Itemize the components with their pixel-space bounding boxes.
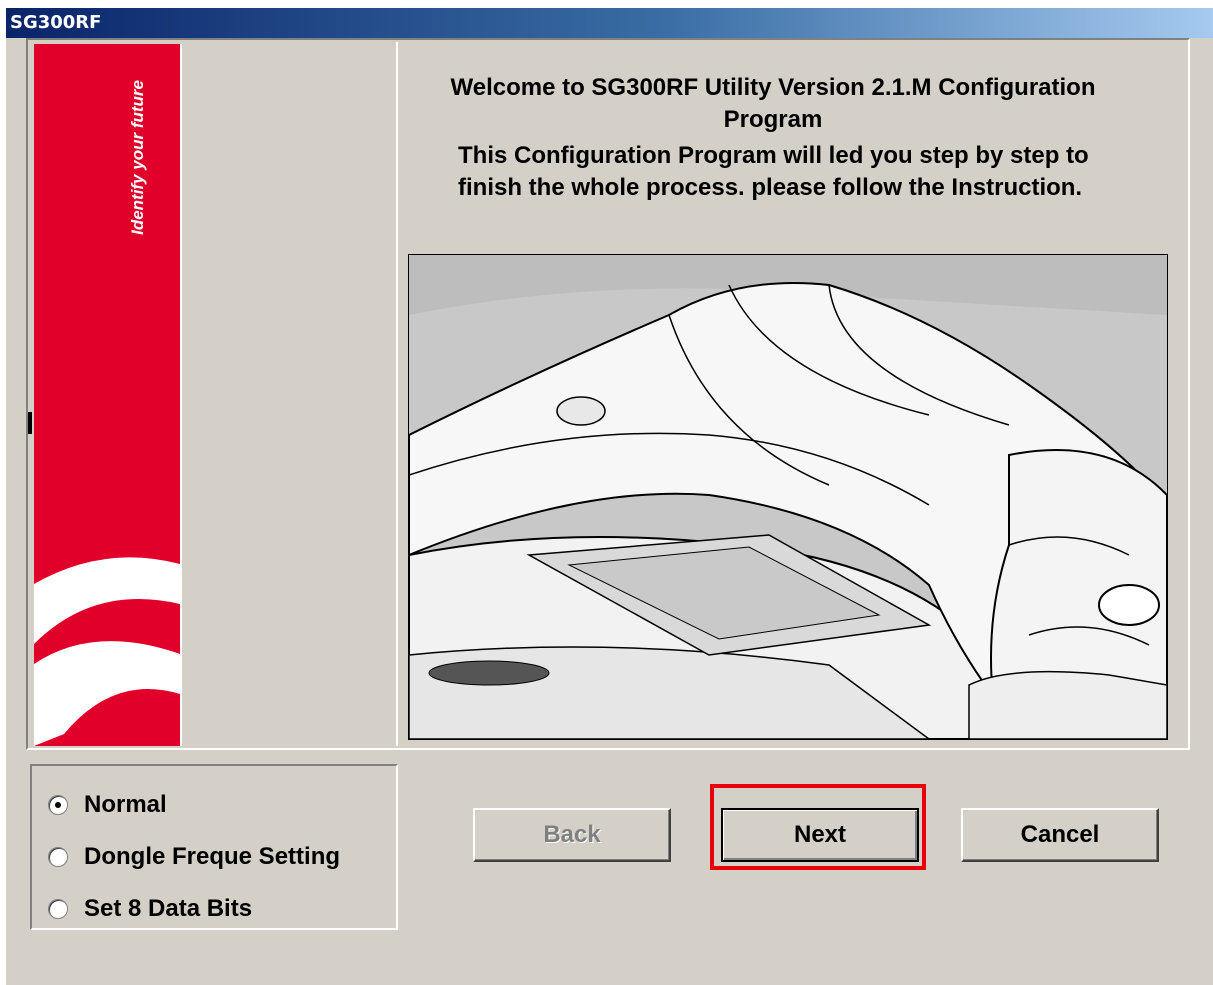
radio-option-set-8-data-bits[interactable]: Set 8 Data Bits <box>48 892 252 926</box>
brand-banner: Identify your future <box>34 44 182 746</box>
window-title: SG300RF <box>10 12 102 33</box>
radio-option-dongle-freque-setting[interactable]: Dongle Freque Setting <box>48 840 340 874</box>
radio-button-checked[interactable] <box>48 795 68 815</box>
radio-option-normal[interactable]: Normal <box>48 788 167 822</box>
cancel-button[interactable]: Cancel <box>961 808 1159 862</box>
radio-label: Normal <box>84 791 167 818</box>
title-bar[interactable]: SG300RF <box>6 8 1213 38</box>
radio-button[interactable] <box>48 847 68 867</box>
radio-label: Set 8 Data Bits <box>84 895 253 922</box>
banner-tagline: Identify your future <box>128 80 147 235</box>
mode-radio-group: Normal Dongle Freque Setting Set 8 Data … <box>30 764 398 930</box>
scanner-illustration <box>408 254 1168 740</box>
brand-swoosh-logo <box>34 557 180 746</box>
welcome-heading: Welcome to SG300RF Utility Version 2.1.M… <box>450 74 1096 133</box>
scanner-drawing <box>409 255 1167 739</box>
back-button[interactable]: Back <box>473 808 671 862</box>
left-edge-mark <box>28 412 32 434</box>
welcome-intro: This Configuration Program will led you … <box>458 142 1089 201</box>
radio-button[interactable] <box>48 899 68 919</box>
next-button-highlight <box>710 784 926 870</box>
radio-label: Dongle Freque Setting <box>84 843 341 870</box>
